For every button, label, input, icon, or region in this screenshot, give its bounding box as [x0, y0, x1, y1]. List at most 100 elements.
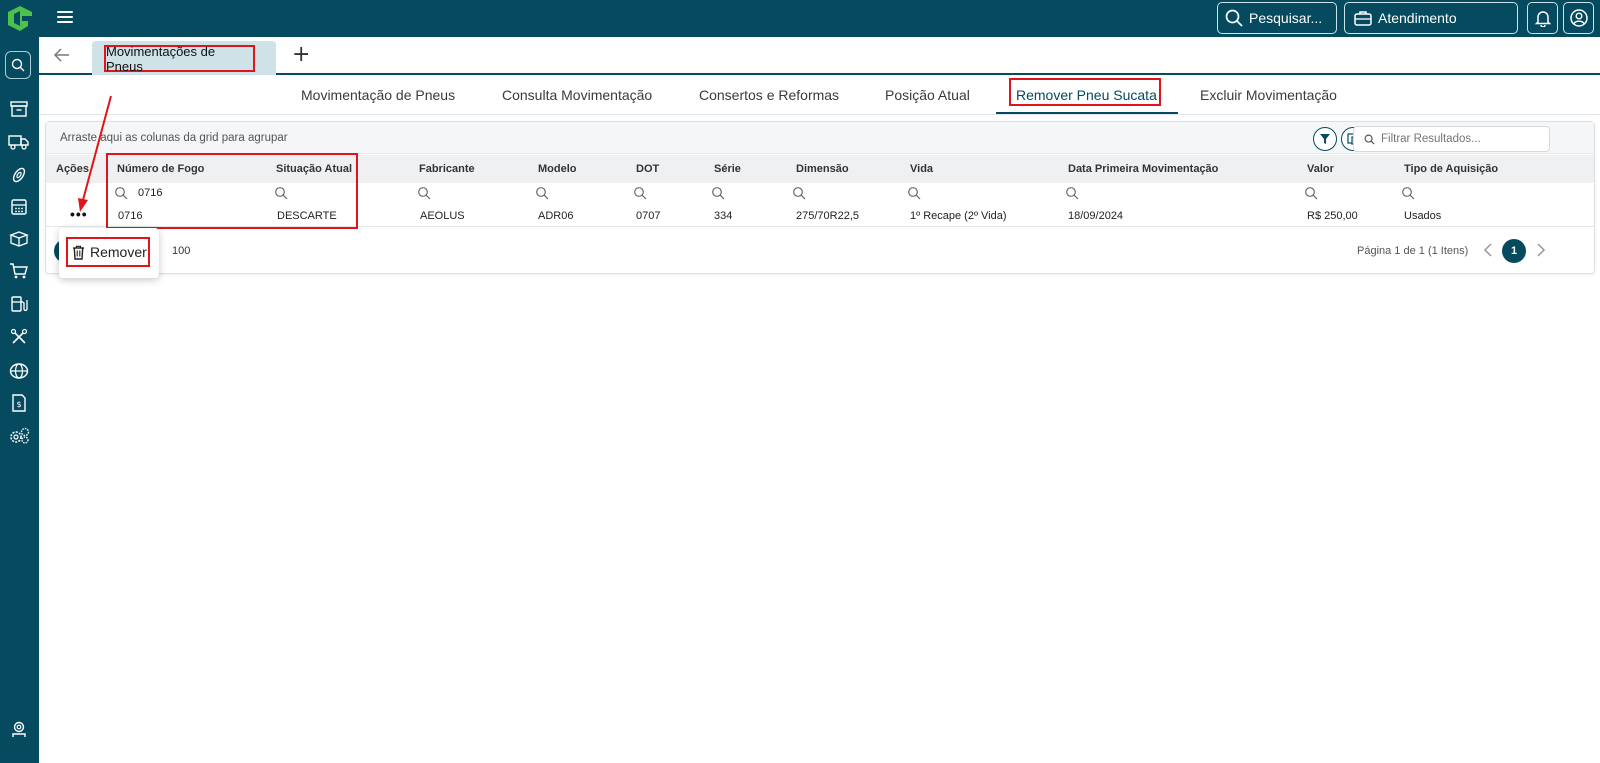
- col-dot[interactable]: DOT: [636, 163, 659, 175]
- row-actions-button[interactable]: •••: [70, 206, 88, 222]
- sidebar-item-invoice[interactable]: $: [7, 391, 31, 415]
- notifications-button[interactable]: [1527, 2, 1558, 34]
- archive-icon: [10, 101, 28, 117]
- tools-icon: [10, 328, 28, 344]
- svg-text:$: $: [16, 400, 21, 409]
- tab-movimentacoes-pneus-label: Movimentações de Pneus: [104, 44, 255, 74]
- filter-toggle-button[interactable]: [1313, 127, 1337, 151]
- sidebar-item-calculator[interactable]: [7, 195, 31, 219]
- col-dimensao[interactable]: Dimensão: [796, 163, 849, 175]
- chevron-right-icon[interactable]: [1533, 242, 1547, 258]
- col-acoes[interactable]: Ações: [56, 163, 89, 175]
- filter-search-icon[interactable]: [907, 186, 921, 200]
- cell-valor: R$ 250,00: [1307, 210, 1358, 222]
- sidebar-item-cart[interactable]: [7, 259, 31, 283]
- remove-menu-item[interactable]: Remover: [66, 237, 150, 267]
- sidebar-item-tire[interactable]: [7, 163, 31, 187]
- grid-footer: 100 Página 1 de 1 (1 Itens) 1: [46, 228, 1594, 274]
- app-logo[interactable]: [4, 4, 36, 33]
- cell-dot: 0707: [636, 210, 661, 222]
- subtab-remover-pneu-sucata[interactable]: Remover Pneu Sucata: [1016, 87, 1157, 103]
- menu-icon[interactable]: [57, 8, 73, 26]
- col-valor[interactable]: Valor: [1307, 163, 1334, 175]
- subtab-excluir-movimentacao[interactable]: Excluir Movimentação: [1200, 87, 1337, 103]
- subtab-consulta-movimentacao[interactable]: Consulta Movimentação: [502, 87, 652, 103]
- filter-search-icon[interactable]: [633, 186, 647, 200]
- atendimento-button-label: Atendimento: [1378, 10, 1457, 26]
- sidebar-item-tools[interactable]: [7, 325, 31, 349]
- group-panel[interactable]: Arraste aqui as colunas da grid para agr…: [46, 122, 1594, 154]
- back-arrow-icon[interactable]: [53, 46, 71, 64]
- truck-icon: [8, 135, 29, 150]
- user-button[interactable]: [1563, 2, 1594, 34]
- bell-icon: [1534, 11, 1551, 27]
- box-icon: [9, 231, 29, 247]
- page-size-value[interactable]: 100: [172, 245, 190, 257]
- chevron-left-icon[interactable]: [1482, 242, 1496, 258]
- tire-icon: [12, 167, 26, 183]
- sidebar-item-globe[interactable]: [7, 359, 31, 383]
- highlight-columns-box: [106, 153, 358, 229]
- globe-icon: [9, 363, 29, 379]
- filter-results-input-wrapper: [1353, 126, 1550, 152]
- group-hint: Arraste aqui as colunas da grid para agr…: [60, 132, 288, 144]
- col-serie[interactable]: Série: [714, 163, 741, 175]
- search-button-label: Pesquisar...: [1249, 10, 1323, 26]
- search-icon: [1364, 134, 1375, 145]
- filter-search-icon[interactable]: [711, 186, 725, 200]
- subtab-movimentacao-pneus[interactable]: Movimentação de Pneus: [301, 87, 455, 103]
- col-tipo-aquisicao[interactable]: Tipo de Aquisição: [1404, 163, 1498, 175]
- filter-search-icon[interactable]: [1065, 186, 1079, 200]
- cell-modelo: ADR06: [538, 210, 574, 222]
- invoice-icon: $: [12, 394, 26, 412]
- gears-icon: [10, 427, 30, 444]
- cell-fabricante: AEOLUS: [420, 210, 465, 222]
- sidebar-item-truck[interactable]: [7, 130, 31, 154]
- cell-serie: 334: [714, 210, 733, 222]
- add-tab-button[interactable]: +: [292, 44, 310, 66]
- col-modelo[interactable]: Modelo: [538, 163, 577, 175]
- cell-tipo: Usados: [1404, 210, 1442, 222]
- search-button[interactable]: Pesquisar...: [1217, 2, 1337, 34]
- sidebar-item-fuel[interactable]: [7, 292, 31, 316]
- filter-search-icon[interactable]: [1304, 186, 1318, 200]
- funnel-icon: [1320, 134, 1330, 144]
- cart-icon: [10, 263, 28, 279]
- cell-dimensao: 275/70R22,5: [796, 210, 859, 222]
- filter-search-icon[interactable]: [1401, 186, 1415, 200]
- col-fabricante[interactable]: Fabricante: [419, 163, 475, 175]
- grid-panel: Arraste aqui as colunas da grid para agr…: [45, 121, 1595, 274]
- atendimento-button[interactable]: Atendimento: [1344, 2, 1518, 34]
- subtab-consertos-reformas[interactable]: Consertos e Reformas: [699, 87, 839, 103]
- sidebar: $: [0, 37, 39, 763]
- row-actions-menu: Remover: [59, 228, 159, 278]
- filter-search-icon[interactable]: [417, 186, 431, 200]
- col-data-primeira-movimentacao[interactable]: Data Primeira Movimentação: [1068, 163, 1218, 175]
- search-icon: [1225, 9, 1243, 27]
- fuel-icon: [11, 296, 28, 312]
- sidebar-item-settings[interactable]: [7, 424, 31, 448]
- col-vida[interactable]: Vida: [910, 163, 933, 175]
- briefcase-icon: [1354, 11, 1372, 26]
- filter-results-input[interactable]: [1381, 133, 1541, 145]
- top-bar: Pesquisar... Atendimento: [0, 0, 1600, 37]
- search-icon: [11, 58, 25, 72]
- active-tab-underline: [996, 112, 1178, 114]
- user-icon: [1569, 9, 1588, 27]
- filter-search-icon[interactable]: [792, 186, 806, 200]
- sidebar-item-support[interactable]: [7, 717, 31, 741]
- cell-data: 18/09/2024: [1068, 210, 1124, 222]
- page-info: Página 1 de 1 (1 Itens): [1357, 245, 1469, 257]
- sidebar-search-button[interactable]: [5, 51, 31, 79]
- tab-movimentacoes-pneus[interactable]: Movimentações de Pneus: [92, 41, 276, 75]
- subtab-posicao-atual[interactable]: Posição Atual: [885, 87, 970, 103]
- calculator-icon: [11, 199, 27, 215]
- filter-search-icon[interactable]: [535, 186, 549, 200]
- trash-icon: [73, 245, 84, 260]
- sub-tabs: Movimentação de Pneus Consulta Movimenta…: [39, 75, 1600, 115]
- page-number-button[interactable]: 1: [1502, 239, 1526, 263]
- sidebar-item-archive[interactable]: [7, 97, 31, 121]
- sidebar-item-box[interactable]: [7, 227, 31, 251]
- remove-menu-label: Remover: [90, 244, 147, 260]
- support-icon: [12, 721, 26, 737]
